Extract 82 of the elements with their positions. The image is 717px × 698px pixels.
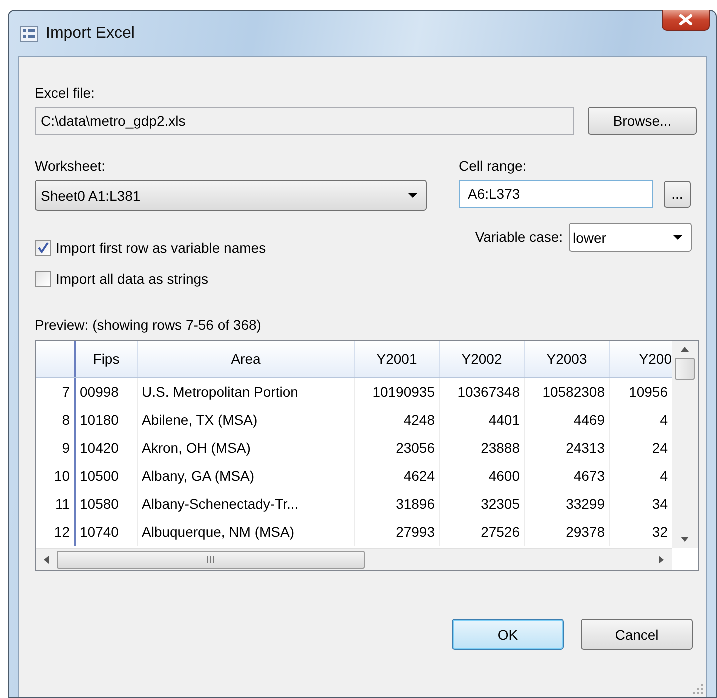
- table-cell: 23056: [355, 434, 440, 462]
- close-icon: [679, 14, 693, 26]
- worksheet-dropdown[interactable]: Sheet0 A1:L381: [35, 180, 427, 211]
- range-picker-button[interactable]: ...: [664, 180, 691, 208]
- table-cell: Albany, GA (MSA): [138, 462, 355, 490]
- table-cell: Albany-Schenectady-Tr...: [138, 490, 355, 518]
- table-cell: 32305: [440, 490, 525, 518]
- table-cell: 10367348: [440, 378, 525, 406]
- table-cell: 10582308: [525, 378, 610, 406]
- table-cell: 00998: [76, 378, 138, 406]
- resize-grip-icon[interactable]: [693, 684, 703, 694]
- table-cell-text: 24: [651, 439, 669, 458]
- cell-range-label: Cell range:: [459, 157, 528, 175]
- table-cell: 33299: [525, 490, 610, 518]
- vertical-scrollbar[interactable]: [672, 341, 698, 548]
- table-cell: 4469: [525, 406, 610, 434]
- checkmark-icon: [37, 242, 49, 254]
- scroll-thumb[interactable]: [675, 358, 695, 380]
- table-cell: 4600: [440, 462, 525, 490]
- table-cell-text: 10956: [628, 383, 669, 402]
- scroll-up-icon[interactable]: [681, 347, 689, 352]
- scroll-right-icon[interactable]: [659, 556, 664, 564]
- scroll-thumb[interactable]: [57, 550, 365, 568]
- table-cell: 27993: [355, 518, 440, 546]
- variable-case-dropdown[interactable]: lower: [569, 223, 692, 252]
- preview-label: Preview: (showing rows 7-56 of 368): [35, 316, 262, 334]
- excel-file-label: Excel file:: [35, 84, 96, 102]
- caret-icon: [673, 235, 683, 240]
- table-cell-text: 32: [651, 523, 669, 542]
- table-cell: 27526: [440, 518, 525, 546]
- table-cell: Albuquerque, NM (MSA): [138, 518, 355, 546]
- browse-button[interactable]: Browse...: [588, 107, 697, 135]
- worksheet-label: Worksheet:: [35, 157, 107, 175]
- table-cell: U.S. Metropolitan Portion: [138, 378, 355, 406]
- column-header[interactable]: Area: [138, 341, 355, 377]
- table-cell: Akron, OH (MSA): [138, 434, 355, 462]
- close-button[interactable]: [662, 10, 710, 31]
- cancel-button[interactable]: Cancel: [581, 619, 693, 650]
- table-cell: 4673: [525, 462, 610, 490]
- table-cell: 10580: [76, 490, 138, 518]
- row-number: 7: [36, 378, 76, 406]
- checkbox[interactable]: [35, 271, 51, 287]
- table-cell-text: 4: [659, 467, 669, 486]
- row-number: 10: [36, 462, 76, 490]
- table-cell: 10180: [76, 406, 138, 434]
- column-header[interactable]: Y2002: [440, 341, 525, 377]
- scroll-left-icon[interactable]: [44, 556, 49, 564]
- row-number: 11: [36, 490, 76, 518]
- column-header[interactable]: Y2001: [355, 341, 440, 377]
- column-header[interactable]: Fips: [76, 341, 138, 377]
- table-cell: 31896: [355, 490, 440, 518]
- table-cell-text: 34: [651, 495, 669, 514]
- column-header[interactable]: Y2003: [525, 341, 610, 377]
- table-cell-text: 4: [659, 411, 669, 430]
- ok-button[interactable]: OK: [452, 619, 564, 650]
- table-cell: 10740: [76, 518, 138, 546]
- table-cell: 10420: [76, 434, 138, 462]
- file-path-field[interactable]: C:\data\metro_gdp2.xls: [35, 107, 574, 135]
- cell-range-field[interactable]: A6:L373: [459, 180, 653, 208]
- table-cell: 4401: [440, 406, 525, 434]
- table-cell: 10190935: [355, 378, 440, 406]
- column-header[interactable]: Y200: [610, 341, 672, 377]
- table-cell: 10500: [76, 462, 138, 490]
- caret-icon: [408, 193, 418, 198]
- table-cell: 4248: [355, 406, 440, 434]
- scroll-down-icon[interactable]: [681, 537, 689, 542]
- checkbox-label: Import all data as strings: [56, 271, 209, 287]
- checkbox-label: Import first row as variable names: [56, 240, 266, 256]
- table-cell: Abilene, TX (MSA): [138, 406, 355, 434]
- grip-icon: [207, 556, 215, 563]
- table-cell: 29378: [525, 518, 610, 546]
- horizontal-scrollbar[interactable]: [36, 548, 672, 570]
- window-icon: [20, 26, 38, 42]
- row-number: 8: [36, 406, 76, 434]
- row-number: 12: [36, 518, 76, 546]
- table-cell: 24313: [525, 434, 610, 462]
- row-number: 9: [36, 434, 76, 462]
- window-title: Import Excel: [46, 24, 136, 42]
- table-cell: 23888: [440, 434, 525, 462]
- table-cell: 4624: [355, 462, 440, 490]
- checkbox[interactable]: [35, 240, 51, 256]
- variable-case-label: Variable case:: [475, 228, 563, 247]
